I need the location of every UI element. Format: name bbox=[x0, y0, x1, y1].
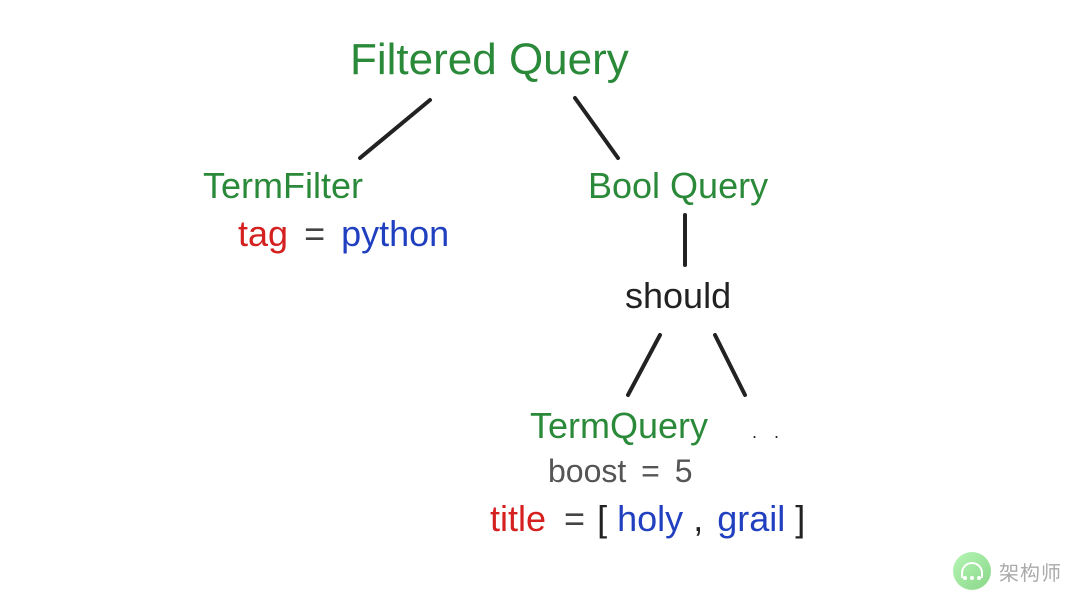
node-termfilter: TermFilter bbox=[203, 165, 363, 207]
watermark-logo-icon bbox=[953, 552, 991, 590]
node-boolquery: Bool Query bbox=[588, 165, 768, 207]
termfilter-value: python bbox=[341, 213, 449, 254]
ellipsis-text: . . bbox=[752, 422, 785, 442]
node-termfilter-expr: tag = python bbox=[238, 213, 449, 255]
boolquery-label: Bool Query bbox=[588, 165, 768, 206]
title-val1: holy bbox=[617, 498, 683, 539]
termfilter-field: tag bbox=[238, 213, 288, 254]
title-arr-close: ] bbox=[795, 498, 805, 539]
title-comma: , bbox=[693, 498, 703, 539]
termfilter-equals: = bbox=[304, 213, 325, 254]
title-val2: grail bbox=[717, 498, 785, 539]
title-equals: = bbox=[564, 498, 585, 539]
boost-equals: = bbox=[641, 453, 660, 489]
termquery-label: TermQuery bbox=[530, 405, 708, 446]
boost-value: 5 bbox=[675, 453, 693, 489]
ellipsis-node: . . bbox=[752, 422, 785, 443]
title-arr-open: [ bbox=[597, 498, 607, 539]
node-title-expr: title = [ holy , grail ] bbox=[490, 498, 805, 540]
node-should: should bbox=[625, 275, 731, 317]
should-label: should bbox=[625, 275, 731, 316]
root-label: Filtered Query bbox=[350, 35, 629, 84]
root-filtered-query: Filtered Query bbox=[350, 35, 629, 85]
boost-key: boost bbox=[548, 453, 626, 489]
watermark-text: 架构师 bbox=[999, 557, 1062, 586]
node-termquery: TermQuery bbox=[530, 405, 708, 447]
title-field: title bbox=[490, 498, 546, 539]
watermark: 架构师 bbox=[953, 552, 1062, 590]
node-boost-expr: boost = 5 bbox=[548, 453, 693, 490]
termfilter-label: TermFilter bbox=[203, 165, 363, 206]
